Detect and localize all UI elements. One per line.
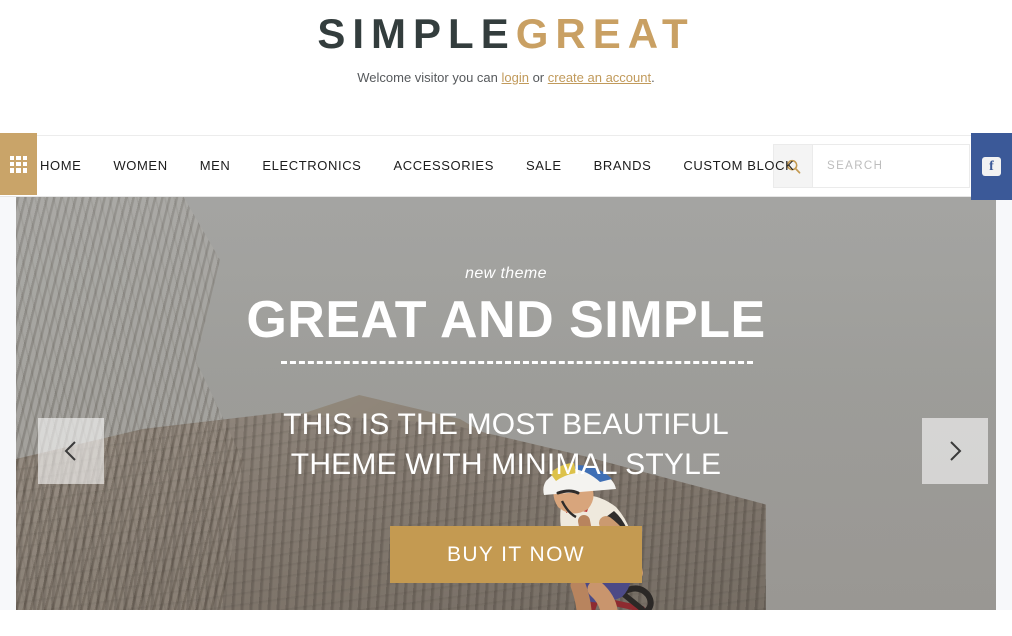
carousel-next-button[interactable] [922, 418, 988, 484]
welcome-or-text: or [528, 70, 548, 85]
chevron-right-icon [950, 441, 962, 461]
welcome-message: Welcome visitor you can login or create … [0, 69, 1012, 86]
hero-slider: new theme GREAT AND SIMPLE THIS IS THE M… [0, 197, 1012, 610]
search-input[interactable] [813, 145, 969, 187]
nav-item-sale[interactable]: SALE [510, 136, 578, 196]
nav-links: HOME WOMEN MEN ELECTRONICS ACCESSORIES S… [24, 136, 810, 196]
buy-it-now-button[interactable]: BUY IT NOW [390, 526, 642, 583]
nav-item-men[interactable]: MEN [184, 136, 247, 196]
logo-text-great: GREAT [515, 10, 695, 57]
logo-text-simple: SIMPLE [317, 10, 516, 57]
nav-item-brands[interactable]: BRANDS [578, 136, 668, 196]
hero-slide: new theme GREAT AND SIMPLE THIS IS THE M… [16, 197, 996, 610]
create-account-link[interactable]: create an account [548, 70, 651, 85]
login-link[interactable]: login [502, 70, 529, 85]
grid-menu-button[interactable] [0, 133, 37, 195]
site-header: SIMPLEGREAT Welcome visitor you can logi… [0, 0, 1012, 135]
nav-item-electronics[interactable]: ELECTRONICS [246, 136, 377, 196]
main-navigation-bar: HOME WOMEN MEN ELECTRONICS ACCESSORIES S… [0, 133, 1012, 200]
welcome-prefix-text: Welcome visitor you can [357, 70, 502, 85]
nav-item-accessories[interactable]: ACCESSORIES [377, 136, 510, 196]
carousel-prev-button[interactable] [38, 418, 104, 484]
nav-item-women[interactable]: WOMEN [97, 136, 183, 196]
facebook-icon: f [982, 157, 1001, 176]
grid-icon [10, 155, 27, 173]
chevron-left-icon [64, 441, 76, 461]
site-logo[interactable]: SIMPLEGREAT [0, 10, 1012, 58]
facebook-button[interactable]: f [971, 133, 1012, 200]
welcome-suffix-text: . [651, 70, 655, 85]
nav-item-custom-block[interactable]: CUSTOM BLOCK [667, 136, 810, 196]
